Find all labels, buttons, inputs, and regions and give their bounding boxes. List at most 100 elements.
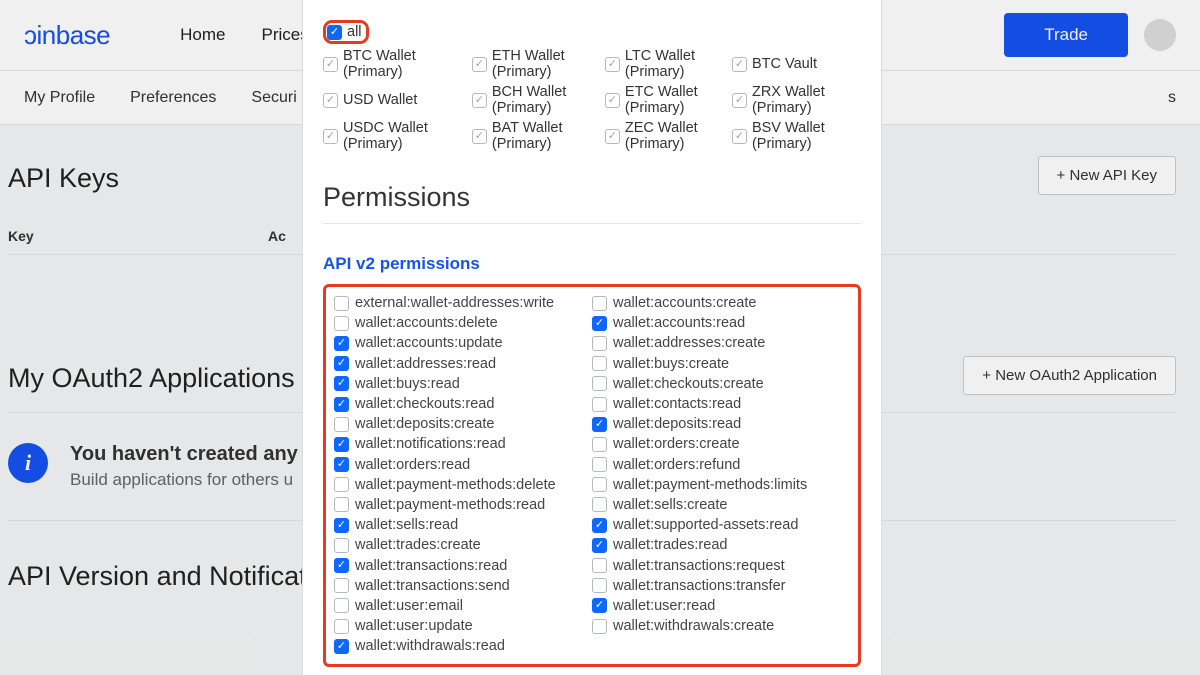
checkbox[interactable] <box>592 538 607 553</box>
permission-item[interactable]: wallet:payment-methods:limits <box>592 475 850 495</box>
checkbox[interactable] <box>592 376 607 391</box>
trade-button[interactable]: Trade <box>1004 13 1128 57</box>
permission-item[interactable]: wallet:checkouts:create <box>592 374 850 394</box>
checkbox[interactable] <box>592 578 607 593</box>
checkbox[interactable] <box>334 356 349 371</box>
checkbox[interactable] <box>592 296 607 311</box>
checkbox[interactable] <box>592 518 607 533</box>
checkbox[interactable] <box>334 578 349 593</box>
checkbox[interactable] <box>605 57 620 72</box>
permission-item[interactable]: wallet:payment-methods:read <box>334 495 592 515</box>
checkbox[interactable] <box>592 316 607 331</box>
permission-item[interactable]: wallet:user:read <box>592 596 850 616</box>
checkbox[interactable] <box>334 397 349 412</box>
checkbox[interactable] <box>592 477 607 492</box>
checkbox[interactable] <box>472 57 487 72</box>
permission-item[interactable]: wallet:transactions:transfer <box>592 576 850 596</box>
checkbox[interactable] <box>592 336 607 351</box>
permission-item[interactable]: wallet:transactions:send <box>334 576 592 596</box>
new-api-key-button[interactable]: + New API Key <box>1038 156 1176 195</box>
permission-item[interactable]: wallet:contacts:read <box>592 394 850 414</box>
permission-item[interactable]: wallet:addresses:read <box>334 354 592 374</box>
permission-item[interactable]: wallet:trades:create <box>334 535 592 555</box>
wallet-option[interactable]: USD Wallet <box>323 82 472 118</box>
permission-item[interactable]: external:wallet-addresses:write <box>334 293 592 313</box>
wallet-option[interactable]: ETC Wallet (Primary) <box>605 82 732 118</box>
checkbox-all[interactable] <box>327 25 342 40</box>
permission-item[interactable]: wallet:deposits:read <box>592 414 850 434</box>
checkbox[interactable] <box>334 336 349 351</box>
subnav-prefs[interactable]: Preferences <box>130 89 216 107</box>
wallet-option[interactable]: BAT Wallet (Primary) <box>472 118 605 154</box>
wallet-option[interactable]: ZEC Wallet (Primary) <box>605 118 732 154</box>
permission-item[interactable]: wallet:orders:read <box>334 455 592 475</box>
checkbox[interactable] <box>592 437 607 452</box>
checkbox[interactable] <box>592 356 607 371</box>
checkbox[interactable] <box>732 129 747 144</box>
checkbox[interactable] <box>334 619 349 634</box>
wallet-option[interactable]: ETH Wallet (Primary) <box>472 46 605 82</box>
checkbox[interactable] <box>334 598 349 613</box>
nav-home[interactable]: Home <box>180 25 225 45</box>
permission-item[interactable]: wallet:accounts:create <box>592 293 850 313</box>
subnav-security[interactable]: Securi <box>251 89 296 107</box>
permission-item[interactable]: wallet:withdrawals:read <box>334 636 592 656</box>
subnav-profile[interactable]: My Profile <box>24 89 95 107</box>
checkbox[interactable] <box>334 296 349 311</box>
permission-item[interactable]: wallet:accounts:read <box>592 313 850 333</box>
checkbox[interactable] <box>334 538 349 553</box>
permission-item[interactable]: wallet:orders:refund <box>592 455 850 475</box>
permission-item[interactable]: wallet:transactions:read <box>334 555 592 575</box>
checkbox[interactable] <box>334 497 349 512</box>
checkbox[interactable] <box>334 457 349 472</box>
permission-item[interactable]: wallet:sells:create <box>592 495 850 515</box>
checkbox[interactable] <box>334 518 349 533</box>
permission-item[interactable]: wallet:buys:read <box>334 374 592 394</box>
permission-item[interactable]: wallet:payment-methods:delete <box>334 475 592 495</box>
wallet-option[interactable]: USDC Wallet (Primary) <box>323 118 472 154</box>
permission-item[interactable]: wallet:transactions:request <box>592 555 850 575</box>
checkbox[interactable] <box>323 129 338 144</box>
permission-item[interactable]: wallet:accounts:update <box>334 333 592 353</box>
permission-item[interactable]: wallet:notifications:read <box>334 434 592 454</box>
permission-item[interactable]: wallet:supported-assets:read <box>592 515 850 535</box>
checkbox[interactable] <box>334 376 349 391</box>
permission-item[interactable]: wallet:addresses:create <box>592 333 850 353</box>
wallet-option[interactable]: BCH Wallet (Primary) <box>472 82 605 118</box>
checkbox[interactable] <box>334 477 349 492</box>
checkbox[interactable] <box>334 639 349 654</box>
wallet-option[interactable]: LTC Wallet (Primary) <box>605 46 732 82</box>
checkbox[interactable] <box>592 417 607 432</box>
permission-item[interactable]: wallet:user:update <box>334 616 592 636</box>
permission-item[interactable]: wallet:withdrawals:create <box>592 616 850 636</box>
permission-item[interactable]: wallet:user:email <box>334 596 592 616</box>
avatar[interactable] <box>1144 19 1176 51</box>
wallet-option[interactable]: ZRX Wallet (Primary) <box>732 82 861 118</box>
checkbox[interactable] <box>323 57 338 72</box>
checkbox[interactable] <box>605 129 620 144</box>
permission-item[interactable]: wallet:sells:read <box>334 515 592 535</box>
new-oauth-button[interactable]: + New OAuth2 Application <box>963 356 1176 395</box>
checkbox[interactable] <box>605 93 620 108</box>
checkbox[interactable] <box>472 129 487 144</box>
checkbox[interactable] <box>592 497 607 512</box>
checkbox[interactable] <box>592 598 607 613</box>
checkbox[interactable] <box>334 417 349 432</box>
permission-item[interactable]: wallet:accounts:delete <box>334 313 592 333</box>
checkbox[interactable] <box>323 93 338 108</box>
permission-item[interactable]: wallet:trades:read <box>592 535 850 555</box>
checkbox[interactable] <box>592 619 607 634</box>
checkbox[interactable] <box>334 558 349 573</box>
wallet-option[interactable]: BTC Wallet (Primary) <box>323 46 472 82</box>
permission-item[interactable]: wallet:orders:create <box>592 434 850 454</box>
permission-item[interactable]: wallet:checkouts:read <box>334 394 592 414</box>
permission-item[interactable]: wallet:buys:create <box>592 354 850 374</box>
checkbox[interactable] <box>334 316 349 331</box>
checkbox[interactable] <box>472 93 487 108</box>
checkbox[interactable] <box>732 93 747 108</box>
wallet-option[interactable]: BSV Wallet (Primary) <box>732 118 861 154</box>
checkbox[interactable] <box>592 558 607 573</box>
checkbox[interactable] <box>592 457 607 472</box>
checkbox[interactable] <box>592 397 607 412</box>
checkbox[interactable] <box>334 437 349 452</box>
